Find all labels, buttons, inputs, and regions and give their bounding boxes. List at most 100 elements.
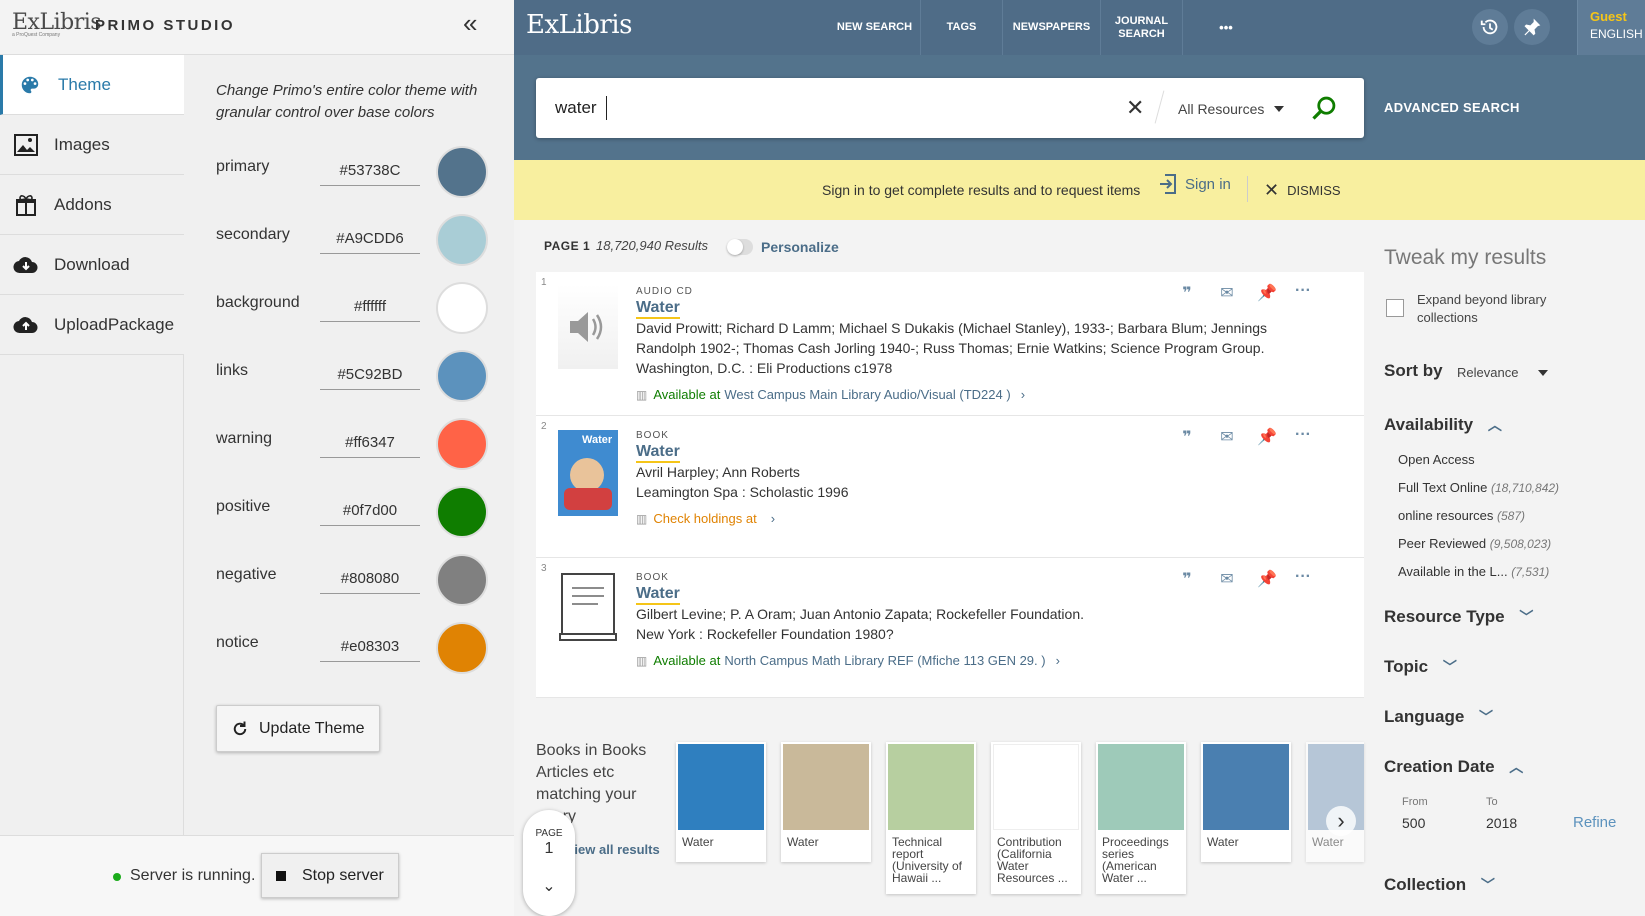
availability-link[interactable]: ▥ Available at North Campus Math Library… [636, 653, 1060, 668]
color-input-warning[interactable] [320, 428, 420, 458]
color-input-primary[interactable] [320, 156, 420, 186]
color-swatch-negative[interactable] [436, 554, 488, 606]
carousel-item[interactable]: Water [781, 742, 871, 862]
clear-search-icon[interactable]: ✕ [1126, 95, 1144, 121]
collapse-icon[interactable]: « [463, 10, 477, 36]
facet-option[interactable]: Peer Reviewed (9,508,023) [1398, 536, 1551, 551]
more-actions-icon[interactable]: ··· [1292, 424, 1314, 446]
color-swatch-notice[interactable] [436, 622, 488, 674]
color-input-negative[interactable] [320, 564, 420, 594]
carousel-item[interactable]: Proceedings series (American Water ... [1096, 742, 1186, 894]
facet-option[interactable]: Open Access [1398, 452, 1475, 467]
page-indicator[interactable]: PAGE 1 ⌄ [523, 810, 575, 916]
color-label: positive [216, 498, 271, 515]
pin-icon[interactable]: 📌 [1256, 426, 1278, 448]
color-input-background[interactable] [320, 292, 420, 322]
color-row-positive: positive [216, 486, 496, 538]
email-icon[interactable]: ✉ [1216, 568, 1238, 590]
more-menu-icon[interactable]: ••• [1183, 0, 1269, 55]
carousel-item[interactable]: Technical report (University of Hawaii .… [886, 742, 976, 894]
result-title[interactable]: Water [636, 299, 680, 319]
facet-option[interactable]: Available in the L... (7,531) [1398, 564, 1549, 579]
result-item[interactable]: 1 AUDIO CD Water David Prowitt; Richard … [536, 272, 1364, 416]
scope-select[interactable]: All Resources [1178, 101, 1264, 117]
color-input-notice[interactable] [320, 632, 420, 662]
facet-option[interactable]: Full Text Online (18,710,842) [1398, 480, 1559, 495]
color-row-background: background [216, 282, 496, 334]
color-swatch-background[interactable] [436, 282, 488, 334]
carousel-item[interactable]: Water [1306, 742, 1364, 862]
result-publisher: New York : Rockefeller Foundation 1980? [636, 626, 894, 642]
color-swatch-positive[interactable] [436, 486, 488, 538]
result-title[interactable]: Water [636, 585, 680, 605]
nav-tags[interactable]: TAGS [921, 0, 1003, 55]
color-swatch-secondary[interactable] [436, 214, 488, 266]
text-cursor [606, 96, 607, 120]
facet-resource-type[interactable]: Resource Type ﹀ [1384, 607, 1533, 627]
sort-select[interactable]: Relevance [1457, 365, 1518, 380]
pin-icon[interactable] [1514, 9, 1550, 45]
search-icon[interactable] [1310, 94, 1338, 127]
personalize-toggle[interactable] [727, 239, 753, 255]
facet-collection[interactable]: Collection ﹀ [1384, 875, 1495, 895]
pin-icon[interactable]: 📌 [1256, 282, 1278, 304]
facet-creation-date[interactable]: Creation Date ︿ [1384, 757, 1523, 777]
update-theme-button[interactable]: Update Theme [216, 705, 380, 752]
facet-topic[interactable]: Topic ﹀ [1384, 657, 1457, 677]
color-swatch-warning[interactable] [436, 418, 488, 470]
signin-link[interactable]: Sign in [1159, 174, 1231, 194]
citation-icon[interactable]: ❞ [1176, 282, 1198, 304]
to-input[interactable]: 2018 [1486, 815, 1517, 831]
color-input-positive[interactable] [320, 496, 420, 526]
tweak-heading: Tweak my results [1384, 246, 1547, 269]
more-actions-icon[interactable]: ··· [1292, 566, 1314, 588]
nav-journal-search[interactable]: JOURNAL SEARCH [1101, 0, 1183, 55]
refine-button[interactable]: Refine [1573, 814, 1616, 831]
history-icon[interactable] [1472, 9, 1508, 45]
result-item[interactable]: 2 Water BOOK Water Avril Harpley; Ann Ro… [536, 416, 1364, 558]
availability-link[interactable]: ▥ Available at West Campus Main Library … [636, 387, 1025, 402]
nav-item-uploadpackage[interactable]: UploadPackage [0, 295, 184, 355]
result-title[interactable]: Water [636, 443, 680, 463]
chevron-down-icon[interactable]: ⌄ [523, 876, 575, 896]
email-icon[interactable]: ✉ [1216, 426, 1238, 448]
color-swatch-primary[interactable] [436, 146, 488, 198]
facet-option[interactable]: online resources (587) [1398, 508, 1525, 523]
carousel-item[interactable]: Water [1201, 742, 1291, 862]
user-area[interactable]: Guest ENGLISH [1577, 0, 1645, 55]
nav-new-search[interactable]: NEW SEARCH [829, 0, 921, 55]
carousel-item[interactable]: Water [676, 742, 766, 862]
nav-item-download[interactable]: Download [0, 235, 184, 295]
pin-icon[interactable]: 📌 [1256, 568, 1278, 590]
citation-icon[interactable]: ❞ [1176, 568, 1198, 590]
stop-server-button[interactable]: Stop server [261, 853, 399, 898]
carousel-item[interactable]: Contribution (California Water Resources… [991, 742, 1081, 894]
color-input-secondary[interactable] [320, 224, 420, 254]
carousel-next-icon[interactable]: › [1326, 806, 1356, 836]
color-swatch-links[interactable] [436, 350, 488, 402]
from-input[interactable]: 500 [1402, 815, 1425, 831]
facet-language[interactable]: Language ﹀ [1384, 707, 1493, 727]
chevron-down-icon[interactable] [1538, 370, 1548, 376]
expand-label[interactable]: Expand beyond library collections [1417, 291, 1567, 327]
exlibris-logo[interactable]: ExLibris [526, 10, 632, 40]
search-input[interactable]: water [555, 98, 597, 118]
more-actions-icon[interactable]: ··· [1292, 280, 1314, 302]
result-item[interactable]: 3 BOOK Water Gilbert Levine; P. A Oram; … [536, 558, 1364, 698]
view-all-results-link[interactable]: View all results [566, 842, 660, 857]
nav-item-images[interactable]: Images [0, 115, 184, 175]
dismiss-button[interactable]: ✕ DISMISS [1264, 180, 1341, 201]
nav-newspapers[interactable]: NEWSPAPERS [1003, 0, 1101, 55]
nav-item-addons[interactable]: Addons [0, 175, 184, 235]
advanced-search-link[interactable]: ADVANCED SEARCH [1384, 100, 1520, 115]
nav-item-theme[interactable]: Theme [0, 55, 184, 115]
availability-link[interactable]: ▥ Check holdings at › [636, 511, 775, 526]
primo-preview: ExLibris NEW SEARCH TAGS NEWSPAPERS JOUR… [514, 0, 1645, 916]
color-input-links[interactable] [320, 360, 420, 390]
email-icon[interactable]: ✉ [1216, 282, 1238, 304]
expand-checkbox[interactable] [1386, 299, 1404, 317]
chevron-down-icon[interactable] [1274, 106, 1284, 112]
citation-icon[interactable]: ❞ [1176, 426, 1198, 448]
facet-availability[interactable]: Availability ︿ [1384, 415, 1502, 435]
personalize-label[interactable]: Personalize [761, 239, 839, 255]
